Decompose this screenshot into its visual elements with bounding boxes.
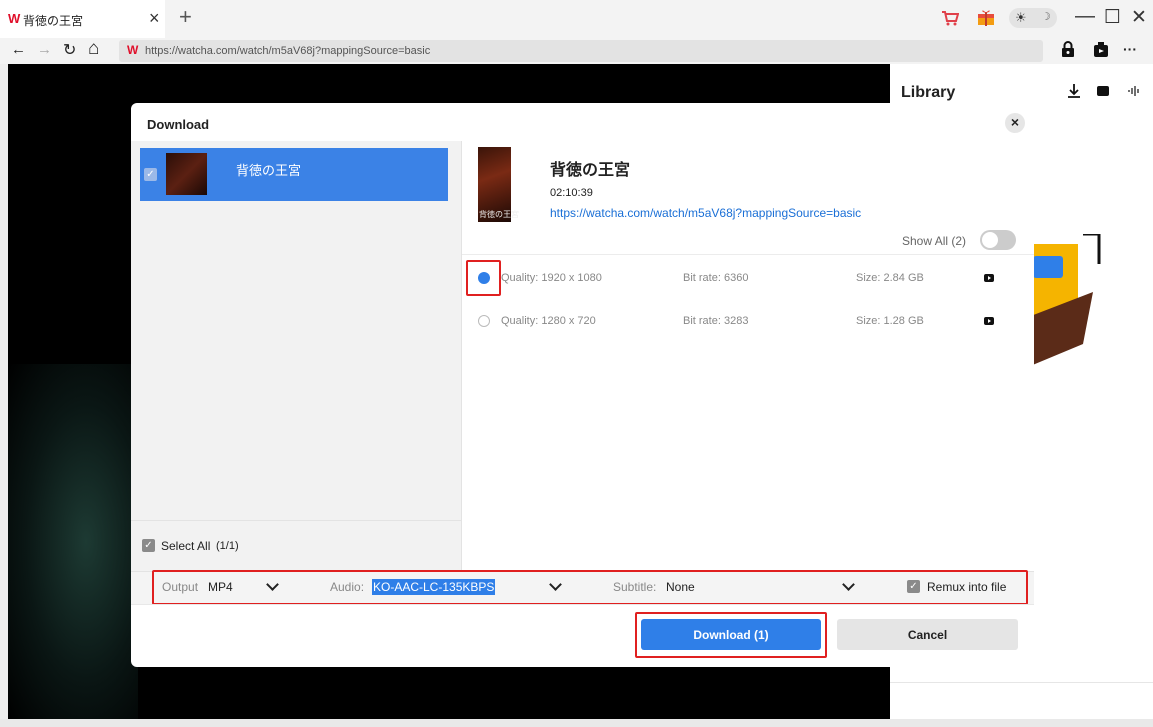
tab-title: 背徳の王宮 [23, 14, 84, 28]
download-dialog: Download × ✓ 背徳の王宮 ✓ Select All (1/1) 背徳… [131, 103, 1034, 667]
back-icon[interactable]: ← [11, 41, 26, 58]
output-value: MP4 [208, 580, 233, 594]
left-edge [0, 64, 8, 719]
url-text: https://watcha.com/watch/m5aV68j?mapping… [145, 45, 431, 57]
highlight-box [635, 612, 827, 658]
library-title: Library [901, 84, 956, 101]
close-window-icon[interactable]: ✕ [1131, 6, 1147, 29]
video-duration: 02:10:39 [550, 187, 593, 199]
list-item[interactable]: ✓ 背徳の王宮 [140, 148, 448, 201]
tab-close-icon[interactable]: × [149, 8, 160, 29]
select-all-count: (1/1) [216, 540, 239, 552]
chevron-down-icon [549, 578, 562, 591]
url-field[interactable]: W https://watcha.com/watch/m5aV68j?mappi… [119, 40, 1043, 62]
new-tab-icon[interactable]: + [179, 4, 192, 30]
home-icon[interactable]: ⌂ [88, 38, 99, 60]
minimize-icon[interactable]: — [1075, 5, 1095, 28]
select-all-checkbox[interactable]: ✓ [142, 539, 155, 552]
reload-icon[interactable]: ↻ [63, 40, 76, 60]
output-select[interactable]: MP4 [206, 577, 282, 597]
cancel-button[interactable]: Cancel [837, 619, 1018, 650]
show-all-toggle[interactable] [980, 230, 1016, 250]
lock-icon[interactable] [1061, 41, 1075, 57]
moon-icon: ☽ [1041, 11, 1051, 23]
size-text: Size: 2.84 GB [856, 272, 924, 284]
bitrate-text: Bit rate: 6360 [683, 272, 749, 284]
video-list [131, 141, 462, 571]
quality-row[interactable]: Quality: 1920 x 1080 Bit rate: 6360 Size… [462, 255, 1034, 300]
gift-icon[interactable] [977, 8, 995, 26]
sun-icon: ☀ [1015, 10, 1027, 25]
cart-icon[interactable] [941, 10, 960, 26]
video-format-icon [984, 317, 994, 325]
video-title: 背徳の王宮 [550, 160, 631, 179]
chevron-down-icon [266, 578, 279, 591]
video-format-icon [984, 274, 994, 282]
highlight-box [152, 570, 1028, 605]
audio-select[interactable]: KO-AAC-LC-135KBPS [371, 577, 566, 597]
audio-tab-icon[interactable] [1128, 85, 1140, 97]
maximize-icon[interactable]: ☐ [1104, 6, 1121, 29]
theme-toggle[interactable]: ☀ ☽ [1009, 8, 1057, 28]
quality-text: Quality: 1280 x 720 [501, 315, 596, 327]
subtitle-select[interactable]: None [664, 577, 859, 597]
subtitle-value: None [666, 580, 695, 594]
quality-text: Quality: 1920 x 1080 [501, 272, 602, 284]
item-title: 背徳の王宮 [236, 163, 302, 178]
chevron-down-icon [842, 578, 855, 591]
status-strip [0, 719, 1153, 727]
audio-value: KO-AAC-LC-135KBPS [372, 579, 496, 595]
video-scene [8, 364, 138, 719]
quality-radio[interactable] [478, 315, 490, 327]
remux-checkbox[interactable]: ✓ [907, 580, 920, 593]
item-thumbnail [166, 153, 207, 195]
highlight-box [466, 260, 501, 296]
size-text: Size: 1.28 GB [856, 315, 924, 327]
audio-label: Audio: [330, 580, 365, 594]
download-tab-icon[interactable] [1068, 84, 1080, 98]
browser-tab[interactable]: W 背徳の王宮 × [0, 0, 165, 38]
bitrate-text: Bit rate: 3283 [683, 315, 749, 327]
quality-row[interactable]: Quality: 1280 x 720 Bit rate: 3283 Size:… [462, 300, 1034, 340]
library-illustration [1023, 232, 1103, 424]
more-icon[interactable]: ··· [1123, 41, 1137, 57]
tab-favicon-icon: W [8, 11, 21, 26]
video-url-link[interactable]: https://watcha.com/watch/m5aV68j?mapping… [550, 206, 861, 220]
dialog-title: Download [147, 117, 210, 132]
item-checkbox[interactable]: ✓ [144, 168, 157, 181]
show-all-label: Show All (2) [902, 234, 967, 248]
downloader-icon[interactable] [1093, 41, 1109, 57]
subtitle-label: Subtitle: [613, 580, 657, 594]
remux-label: Remux into file [927, 580, 1007, 594]
video-tab-icon[interactable] [1097, 86, 1109, 96]
poster-text: 背徳の王宮 [479, 210, 519, 219]
select-all-label: Select All [161, 539, 211, 553]
url-favicon-icon: W [127, 43, 139, 57]
forward-icon[interactable]: → [37, 41, 52, 58]
dialog-close-button[interactable]: × [1005, 113, 1025, 133]
output-label: Output [162, 580, 199, 594]
video-poster: 背徳の王宮 [478, 147, 519, 222]
